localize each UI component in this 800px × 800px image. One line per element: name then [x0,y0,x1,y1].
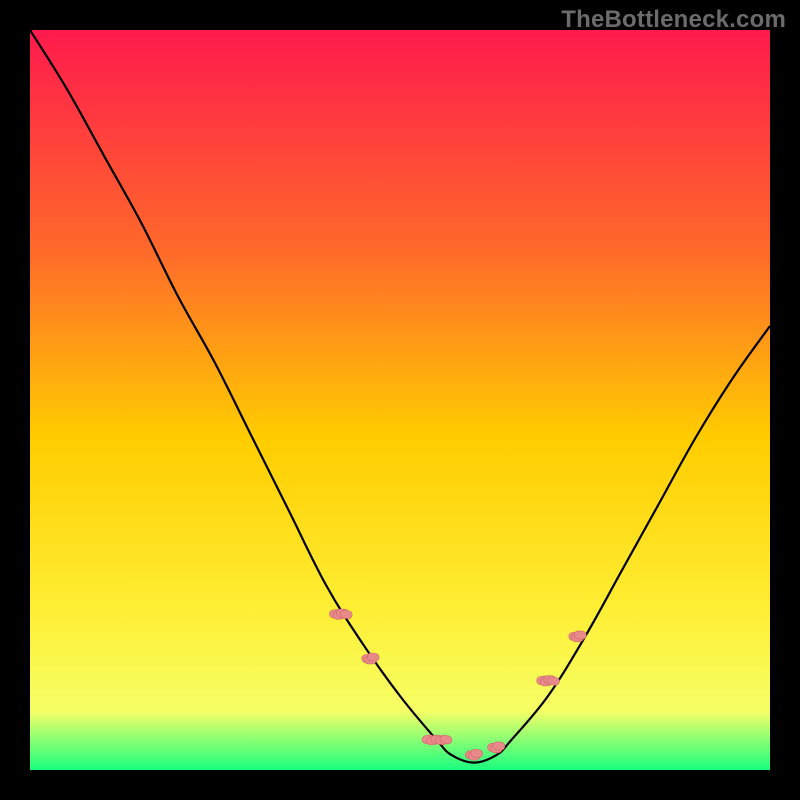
data-dot [367,653,380,662]
chart-frame [30,30,770,770]
data-dot [493,741,506,750]
data-dot [574,630,587,639]
data-dot [470,749,483,758]
gradient-background [30,30,770,770]
bottleneck-chart [30,30,770,770]
